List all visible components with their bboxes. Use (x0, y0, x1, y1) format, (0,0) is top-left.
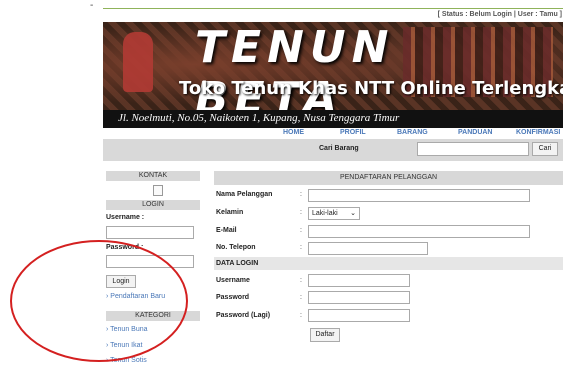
colon: : (300, 312, 302, 319)
registration-form: PENDAFTARAN PELANGGAN Nama Pelanggan : K… (214, 171, 563, 369)
category-tenun-buna[interactable]: › Tenun Buna (106, 326, 148, 333)
password-label: Password : (106, 244, 144, 251)
nav-konfirmasi[interactable]: KONFIRMASI (516, 129, 560, 136)
colon: : (300, 244, 302, 251)
site-subtitle: Toko Tenun Khas NTT Online Terlengkap (179, 78, 563, 99)
gender-select-value: Laki-laki (312, 210, 338, 217)
nav-panduan[interactable]: PANDUAN (458, 129, 492, 136)
status-text: [ Status : Belum Login | User : Tamu ] (437, 11, 562, 18)
search-button[interactable]: Cari (532, 142, 558, 156)
login-section-bar: DATA LOGIN (214, 257, 563, 270)
password-again-label: Password (Lagi) (216, 312, 271, 319)
username-form-input[interactable] (308, 274, 410, 287)
phone-input[interactable] (308, 242, 428, 255)
login-button[interactable]: Login (106, 275, 136, 288)
category-tenun-ikat[interactable]: › Tenun Ikat (106, 342, 142, 349)
password-form-label: Password (216, 294, 250, 301)
contact-mail-icon[interactable] (153, 185, 163, 196)
nav-profil[interactable]: PROFIL (340, 129, 366, 136)
site-title: TENUN BETA (195, 22, 395, 124)
top-divider (103, 8, 563, 9)
username-input[interactable] (106, 226, 194, 239)
email-label: E-Mail (216, 227, 237, 234)
username-form-label: Username (216, 277, 250, 284)
mannequin-image (123, 32, 153, 92)
form-heading: PENDAFTARAN PELANGGAN (214, 171, 563, 185)
nav-barang[interactable]: BARANG (397, 129, 428, 136)
colon: : (300, 277, 302, 284)
stray-dash: - (90, 0, 94, 11)
site-address: Jl. Noelmuti, No.05, Naikoten 1, Kupang,… (118, 112, 400, 124)
search-input[interactable] (417, 142, 529, 156)
password-again-input[interactable] (308, 309, 410, 322)
category-heading: KATEGORI (106, 311, 200, 321)
colon: : (300, 294, 302, 301)
category-tenun-sotis[interactable]: › Tenun Sotis (106, 357, 147, 364)
password-input[interactable] (106, 255, 194, 268)
name-input[interactable] (308, 189, 530, 202)
email-input[interactable] (308, 225, 530, 238)
register-link[interactable]: › Pendaftaran Baru (106, 293, 165, 300)
password-form-input[interactable] (308, 291, 410, 304)
contact-heading: KONTAK (106, 171, 200, 181)
colon: : (300, 227, 302, 234)
login-heading: LOGIN (106, 200, 200, 210)
chevron-down-icon: ⌄ (350, 210, 356, 217)
gender-label: Kelamin (216, 209, 244, 216)
main-nav: HOME PROFIL BARANG PANDUAN KONFIRMASI (103, 129, 563, 139)
login-section-label: DATA LOGIN (216, 260, 259, 267)
username-label: Username : (106, 214, 145, 221)
name-label: Nama Pelanggan (216, 191, 273, 198)
sidebar: KONTAK LOGIN Username : Password : Login… (106, 171, 200, 369)
phone-label: No. Telepon (216, 244, 256, 251)
colon: : (300, 209, 302, 216)
nav-home[interactable]: HOME (283, 129, 304, 136)
colon: : (300, 191, 302, 198)
search-label: Cari Barang (319, 145, 359, 152)
register-submit-button[interactable]: Daftar (310, 328, 340, 342)
gender-select[interactable]: Laki-laki ⌄ (308, 207, 360, 220)
